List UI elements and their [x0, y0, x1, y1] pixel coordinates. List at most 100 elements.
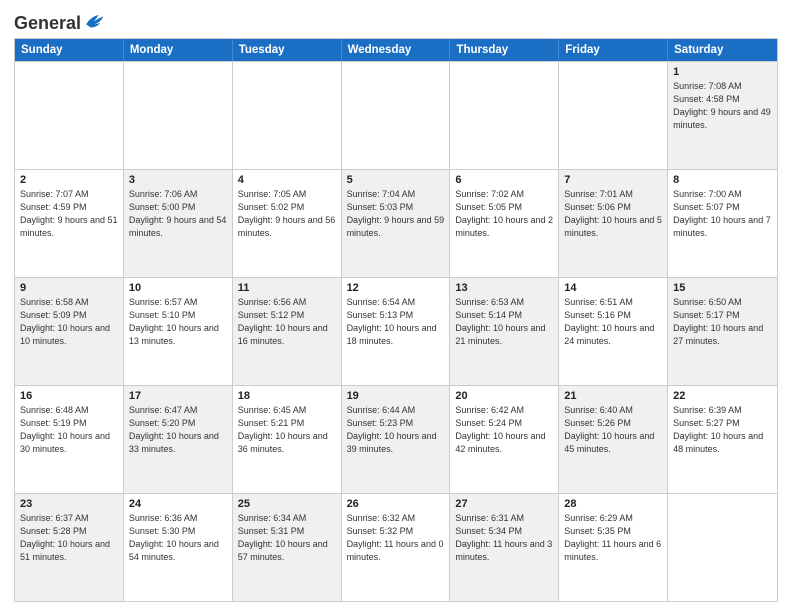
day-number: 13: [455, 282, 553, 294]
week-row-4: 16 Sunrise: 6:48 AM Sunset: 5:19 PM Dayli…: [15, 385, 777, 493]
day-info: Sunrise: 6:31 AM Sunset: 5:34 PM Dayligh…: [455, 512, 553, 564]
day-header-tuesday: Tuesday: [233, 39, 342, 61]
cal-cell-8: 8 Sunrise: 7:00 AM Sunset: 5:07 PM Daylig…: [668, 170, 777, 277]
day-info: Sunrise: 6:32 AM Sunset: 5:32 PM Dayligh…: [347, 512, 445, 564]
logo-text-general: General: [14, 14, 81, 34]
cal-cell-empty-1: [124, 62, 233, 169]
day-number: 18: [238, 390, 336, 402]
day-info: Sunrise: 6:51 AM Sunset: 5:16 PM Dayligh…: [564, 296, 662, 348]
cal-cell-5: 5 Sunrise: 7:04 AM Sunset: 5:03 PM Daylig…: [342, 170, 451, 277]
cal-cell-10: 10 Sunrise: 6:57 AM Sunset: 5:10 PM Dayli…: [124, 278, 233, 385]
cal-cell-15: 15 Sunrise: 6:50 AM Sunset: 5:17 PM Dayli…: [668, 278, 777, 385]
day-header-monday: Monday: [124, 39, 233, 61]
day-info: Sunrise: 6:37 AM Sunset: 5:28 PM Dayligh…: [20, 512, 118, 564]
day-number: 16: [20, 390, 118, 402]
cal-cell-25: 25 Sunrise: 6:34 AM Sunset: 5:31 PM Dayli…: [233, 494, 342, 601]
day-header-wednesday: Wednesday: [342, 39, 451, 61]
day-info: Sunrise: 6:54 AM Sunset: 5:13 PM Dayligh…: [347, 296, 445, 348]
day-number: 9: [20, 282, 118, 294]
cal-cell-20: 20 Sunrise: 6:42 AM Sunset: 5:24 PM Dayli…: [450, 386, 559, 493]
cal-cell-19: 19 Sunrise: 6:44 AM Sunset: 5:23 PM Dayli…: [342, 386, 451, 493]
calendar: SundayMondayTuesdayWednesdayThursdayFrid…: [14, 38, 778, 602]
day-number: 1: [673, 66, 772, 78]
day-info: Sunrise: 7:00 AM Sunset: 5:07 PM Dayligh…: [673, 188, 772, 240]
day-info: Sunrise: 6:58 AM Sunset: 5:09 PM Dayligh…: [20, 296, 118, 348]
cal-cell-2: 2 Sunrise: 7:07 AM Sunset: 4:59 PM Daylig…: [15, 170, 124, 277]
day-number: 3: [129, 174, 227, 186]
cal-cell-28: 28 Sunrise: 6:29 AM Sunset: 5:35 PM Dayli…: [559, 494, 668, 601]
cal-cell-18: 18 Sunrise: 6:45 AM Sunset: 5:21 PM Dayli…: [233, 386, 342, 493]
week-row-5: 23Sunrise: 6:37 AM Sunset: 5:28 PM Dayli…: [15, 493, 777, 601]
day-number: 21: [564, 390, 662, 402]
cal-cell-26: 26 Sunrise: 6:32 AM Sunset: 5:32 PM Dayli…: [342, 494, 451, 601]
day-number: 10: [129, 282, 227, 294]
day-number: 20: [455, 390, 553, 402]
cal-cell-13: 13 Sunrise: 6:53 AM Sunset: 5:14 PM Dayli…: [450, 278, 559, 385]
week-row-1: 1 Sunrise: 7:08 AM Sunset: 4:58 PM Daylig…: [15, 61, 777, 169]
cal-cell-6: 6 Sunrise: 7:02 AM Sunset: 5:05 PM Daylig…: [450, 170, 559, 277]
day-info: Sunrise: 6:47 AM Sunset: 5:20 PM Dayligh…: [129, 404, 227, 456]
day-number: 15: [673, 282, 772, 294]
day-info: Sunrise: 6:42 AM Sunset: 5:24 PM Dayligh…: [455, 404, 553, 456]
day-info: Sunrise: 7:01 AM Sunset: 5:06 PM Dayligh…: [564, 188, 662, 240]
week-row-2: 2 Sunrise: 7:07 AM Sunset: 4:59 PM Daylig…: [15, 169, 777, 277]
day-info: Sunrise: 7:06 AM Sunset: 5:00 PM Dayligh…: [129, 188, 227, 240]
cal-cell-empty-3: [342, 62, 451, 169]
day-number: 28: [564, 498, 662, 510]
day-header-friday: Friday: [559, 39, 668, 61]
day-number: 5: [347, 174, 445, 186]
day-info: Sunrise: 6:40 AM Sunset: 5:26 PM Dayligh…: [564, 404, 662, 456]
day-info: Sunrise: 7:08 AM Sunset: 4:58 PM Dayligh…: [673, 80, 772, 132]
day-info: Sunrise: 6:44 AM Sunset: 5:23 PM Dayligh…: [347, 404, 445, 456]
day-info: Sunrise: 7:02 AM Sunset: 5:05 PM Dayligh…: [455, 188, 553, 240]
day-number: 8: [673, 174, 772, 186]
cal-cell-22: 22Sunrise: 6:39 AM Sunset: 5:27 PM Dayli…: [668, 386, 777, 493]
cal-cell-27: 27Sunrise: 6:31 AM Sunset: 5:34 PM Dayli…: [450, 494, 559, 601]
page-header: General: [14, 10, 778, 32]
cal-cell-empty-0: [15, 62, 124, 169]
day-info: Sunrise: 6:29 AM Sunset: 5:35 PM Dayligh…: [564, 512, 662, 564]
day-info: Sunrise: 6:56 AM Sunset: 5:12 PM Dayligh…: [238, 296, 336, 348]
day-number: 6: [455, 174, 553, 186]
cal-cell-12: 12 Sunrise: 6:54 AM Sunset: 5:13 PM Dayli…: [342, 278, 451, 385]
cal-cell-14: 14 Sunrise: 6:51 AM Sunset: 5:16 PM Dayli…: [559, 278, 668, 385]
cal-cell-4: 4Sunrise: 7:05 AM Sunset: 5:02 PM Daylig…: [233, 170, 342, 277]
day-info: Sunrise: 6:57 AM Sunset: 5:10 PM Dayligh…: [129, 296, 227, 348]
cal-cell-empty-2: [233, 62, 342, 169]
logo-bird-icon: [83, 12, 105, 32]
cal-cell-1: 1 Sunrise: 7:08 AM Sunset: 4:58 PM Daylig…: [668, 62, 777, 169]
day-number: 12: [347, 282, 445, 294]
cal-cell-24: 24 Sunrise: 6:36 AM Sunset: 5:30 PM Dayli…: [124, 494, 233, 601]
day-header-thursday: Thursday: [450, 39, 559, 61]
cal-cell-23: 23Sunrise: 6:37 AM Sunset: 5:28 PM Dayli…: [15, 494, 124, 601]
cal-cell-21: 21 Sunrise: 6:40 AM Sunset: 5:26 PM Dayli…: [559, 386, 668, 493]
day-info: Sunrise: 6:36 AM Sunset: 5:30 PM Dayligh…: [129, 512, 227, 564]
cal-cell-empty-5: [559, 62, 668, 169]
day-info: Sunrise: 6:39 AM Sunset: 5:27 PM Dayligh…: [673, 404, 772, 456]
day-number: 26: [347, 498, 445, 510]
day-info: Sunrise: 7:04 AM Sunset: 5:03 PM Dayligh…: [347, 188, 445, 240]
day-info: Sunrise: 6:48 AM Sunset: 5:19 PM Dayligh…: [20, 404, 118, 456]
day-info: Sunrise: 7:07 AM Sunset: 4:59 PM Dayligh…: [20, 188, 118, 240]
cal-cell-11: 11 Sunrise: 6:56 AM Sunset: 5:12 PM Dayli…: [233, 278, 342, 385]
day-number: 2: [20, 174, 118, 186]
calendar-body: 1 Sunrise: 7:08 AM Sunset: 4:58 PM Daylig…: [15, 61, 777, 601]
day-number: 19: [347, 390, 445, 402]
cal-cell-empty-4: [450, 62, 559, 169]
week-row-3: 9 Sunrise: 6:58 AM Sunset: 5:09 PM Daylig…: [15, 277, 777, 385]
day-number: 17: [129, 390, 227, 402]
day-number: 11: [238, 282, 336, 294]
cal-cell-16: 16 Sunrise: 6:48 AM Sunset: 5:19 PM Dayli…: [15, 386, 124, 493]
day-number: 24: [129, 498, 227, 510]
calendar-header: SundayMondayTuesdayWednesdayThursdayFrid…: [15, 39, 777, 61]
day-info: Sunrise: 6:50 AM Sunset: 5:17 PM Dayligh…: [673, 296, 772, 348]
logo: General: [14, 14, 105, 32]
cal-cell-3: 3 Sunrise: 7:06 AM Sunset: 5:00 PM Daylig…: [124, 170, 233, 277]
day-number: 25: [238, 498, 336, 510]
day-info: Sunrise: 6:53 AM Sunset: 5:14 PM Dayligh…: [455, 296, 553, 348]
day-info: Sunrise: 6:45 AM Sunset: 5:21 PM Dayligh…: [238, 404, 336, 456]
cal-cell-9: 9 Sunrise: 6:58 AM Sunset: 5:09 PM Daylig…: [15, 278, 124, 385]
day-info: Sunrise: 6:34 AM Sunset: 5:31 PM Dayligh…: [238, 512, 336, 564]
day-info: Sunrise: 7:05 AM Sunset: 5:02 PM Dayligh…: [238, 188, 336, 240]
day-number: 14: [564, 282, 662, 294]
